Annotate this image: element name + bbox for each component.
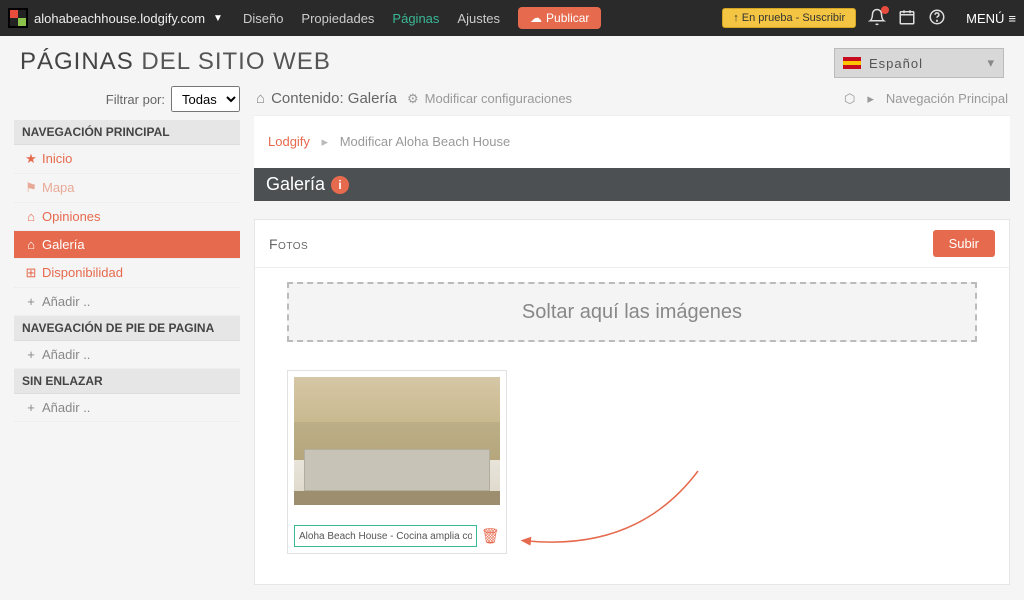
menu-label-text: MENÚ [966,11,1004,26]
home-icon: ⌂ [256,90,265,107]
notification-dot [881,6,889,14]
sidebar-item-1[interactable]: ⚑ Mapa [14,174,240,203]
upload-button[interactable]: Subir [933,230,995,257]
filter-row: Filtrar por: Todas [14,86,240,112]
menu-toggle[interactable]: MENÚ ≡ [966,11,1016,26]
filter-label: Filtrar por: [106,92,165,107]
panel-body: Soltar aquí las imágenes 🗑 [255,268,1009,584]
sidebar-add-unlinked-label: Añadir .. [42,400,90,415]
trash-icon[interactable]: 🗑 [481,527,500,545]
page-title-rest: DEL SITIO WEB [134,48,331,75]
crumb-sep: ▸ [322,134,329,149]
sidebar-item-4[interactable]: ⊞ Disponibilidad [14,259,240,288]
breadcrumb-nav-principal[interactable]: Navegación Principal [886,91,1008,106]
modify-settings-link[interactable]: Modificar configuraciones [425,91,572,106]
nav-settings[interactable]: Ajustes [457,11,500,26]
sidebar-header-unlinked: SIN ENLAZAR [14,369,240,394]
filter-select[interactable]: Todas [171,86,240,112]
photos-panel: Fotos Subir Soltar aquí las imágenes 🗑 [254,219,1010,585]
publish-button[interactable]: ☁ Publicar [518,7,601,29]
crumb-lodgify[interactable]: Lodgify [268,134,310,149]
sidebar-item-0[interactable]: ★ Inicio [14,145,240,174]
sitemap-icon[interactable]: ⬡ [844,91,855,107]
left-sidebar: Filtrar por: Todas NAVEGACIÓN PRINCIPAL … [14,86,240,585]
panel-title: Fotos [269,236,308,252]
arrow-annotation [518,461,718,581]
gear-icon[interactable]: ⚙ [407,91,419,107]
sidebar-item-icon: ⚑ [24,180,38,196]
sidebar-item-3[interactable]: ⌂ Galería [14,231,240,259]
top-bar: alohabeachhouse.lodgify.com ▼ Diseño Pro… [0,0,1024,36]
breadcrumbs: Lodgify ▸ Modificar Aloha Beach House [254,115,1010,168]
calendar-icon[interactable] [898,8,916,29]
sidebar-item-icon: ⊞ [24,265,38,281]
sidebar-item-icon: ⌂ [24,237,38,252]
sidebar-item-label: Añadir .. [42,294,90,309]
caption-input[interactable] [294,525,477,547]
nav-design[interactable]: Diseño [243,11,283,26]
cloud-icon: ☁ [530,11,542,25]
hamburger-icon: ≡ [1008,11,1016,26]
sidebar-add-footer[interactable]: +Añadir .. [14,341,240,369]
section-header: Galería i [254,168,1010,201]
sidebar-item-icon: + [24,294,38,309]
sidebar-header-main: NAVEGACIÓN PRINCIPAL [14,120,240,145]
photo-card[interactable]: 🗑 [287,370,507,554]
breadcrumb-sep: ▸ [867,91,874,107]
sidebar-add-footer-label: Añadir .. [42,347,90,362]
site-dropdown-icon[interactable]: ▼ [213,13,223,24]
sidebar-item-label: Mapa [42,180,75,195]
page-title-strong: PÁGINAS [20,48,134,75]
language-select[interactable]: Español ▾ [834,48,1004,78]
sidebar-list-footer: +Añadir .. [14,341,240,369]
sidebar-list-main: ★ Inicio ⚑ Mapa ⌂ Opiniones ⌂ Galería ⊞ Disponibi… [14,145,240,316]
trial-subscribe-button[interactable]: ↑ En prueba - Suscribir [722,8,856,28]
caption-row: 🗑 [294,525,500,547]
trial-label: En prueba - Suscribir [742,12,845,24]
nav-pages[interactable]: Páginas [392,11,439,26]
flag-es-icon [843,57,861,69]
drop-zone[interactable]: Soltar aquí las imágenes [287,282,977,342]
sidebar-item-label: Opiniones [42,209,101,224]
sidebar-item-icon: ⌂ [24,209,38,224]
help-icon[interactable] [928,8,946,29]
nav-properties[interactable]: Propiedades [301,11,374,26]
bell-icon[interactable] [868,8,886,29]
logo[interactable] [8,8,28,28]
sidebar-item-label: Galería [42,237,85,252]
chevron-down-icon: ▾ [987,55,995,71]
language-label: Español [869,56,923,71]
sidebar-item-2[interactable]: ⌂ Opiniones [14,203,240,231]
sidebar-header-footer: NAVEGACIÓN DE PIE DE PAGINA [14,316,240,341]
site-url[interactable]: alohabeachhouse.lodgify.com [34,11,205,26]
sidebar-item-label: Disponibilidad [42,265,123,280]
sidebar-item-5[interactable]: + Añadir .. [14,288,240,316]
publish-label: Publicar [546,11,589,25]
main-content: ⌂ Contenido: Galería ⚙ Modificar configu… [254,86,1010,585]
photo-thumbnail[interactable] [294,377,500,505]
content-title: Contenido: Galería [271,90,397,107]
top-nav: Diseño Propiedades Páginas Ajustes [243,11,500,26]
page-title: PÁGINAS DEL SITIO WEB Español ▾ [14,42,1010,86]
top-icons: MENÚ ≡ [868,8,1016,29]
section-title: Galería [266,174,325,195]
info-icon[interactable]: i [331,176,349,194]
arrow-up-icon: ↑ [733,12,739,24]
sidebar-item-label: Inicio [42,151,72,166]
sidebar-item-icon: ★ [24,151,38,167]
content-header: ⌂ Contenido: Galería ⚙ Modificar configu… [254,86,1010,109]
sidebar-list-unlinked: +Añadir .. [14,394,240,422]
breadcrumb-right: ⬡ ▸ Navegación Principal [844,91,1008,107]
crumb-current: Modificar Aloha Beach House [340,134,511,149]
sidebar-add-unlinked[interactable]: +Añadir .. [14,394,240,422]
panel-header: Fotos Subir [255,220,1009,268]
